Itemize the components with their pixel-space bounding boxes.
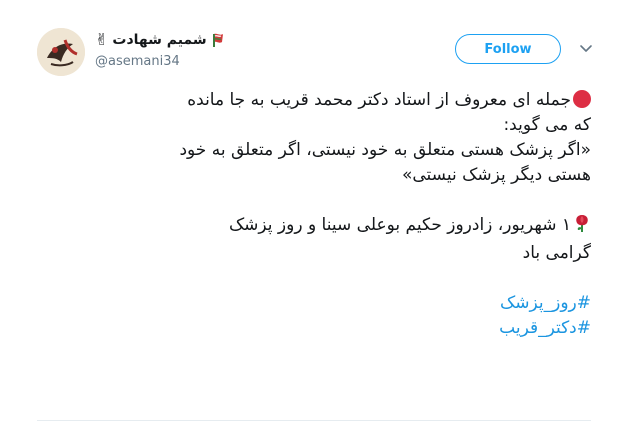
tweet-line: ۱ شهریور، زادروز حکیم بوعلی سینا و روز پ… <box>31 213 591 241</box>
tweet-line: جمله ای معروف از استاد دکتر محمد قریب به… <box>31 88 591 113</box>
hashtag-link[interactable]: #روز_پزشک <box>500 293 591 313</box>
tweet-card: ✌ شمیم شهادت @asemani34 Follow جمله ای م… <box>0 0 624 428</box>
tweet-line: گرامی باد <box>522 243 591 263</box>
victory-hand-icon: ✌ <box>95 30 109 49</box>
follow-button-label: Follow <box>484 41 532 57</box>
follow-button[interactable]: Follow <box>455 34 561 64</box>
tweet-line: «اگر پزشک هستی متعلق به خود نیستی، اگر م… <box>179 140 591 160</box>
rose-icon <box>573 213 591 241</box>
flag-ribbon-icon <box>212 33 223 47</box>
red-circle-icon <box>573 90 591 108</box>
tweet-line-text: جمله ای معروف از استاد دکتر محمد قریب به… <box>187 90 571 110</box>
chevron-down-icon[interactable] <box>578 40 594 56</box>
calligraphy-avatar-icon <box>37 28 85 76</box>
tweet-line: که می گوید: <box>503 115 591 135</box>
author-handle[interactable]: @asemani34 <box>95 54 180 69</box>
tweet-line-text: ۱ شهریور، زادروز حکیم بوعلی سینا و روز پ… <box>228 215 571 235</box>
tweet-text: جمله ای معروف از استاد دکتر محمد قریب به… <box>31 88 591 341</box>
author-display-name[interactable]: شمیم شهادت <box>112 32 206 48</box>
hashtag-link[interactable]: #دکتر_قریب <box>499 318 591 338</box>
author-name-row[interactable]: ✌ شمیم شهادت <box>95 32 225 48</box>
tweet-line: هستی دیگر پزشک نیستی» <box>401 165 591 185</box>
avatar[interactable] <box>37 28 85 76</box>
divider <box>37 420 591 421</box>
